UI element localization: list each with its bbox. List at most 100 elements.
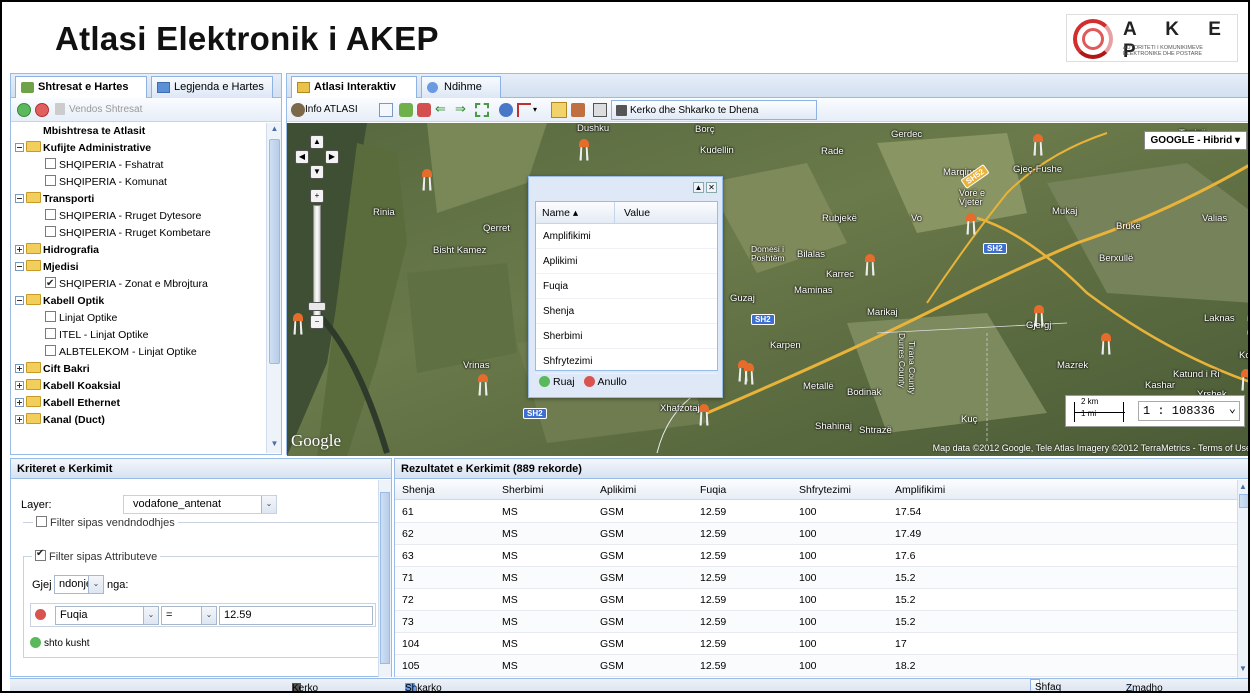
collapse-icon[interactable]	[15, 143, 24, 152]
zoom-track[interactable]	[313, 205, 321, 317]
tree-leaf[interactable]: SHQIPERIA - Rruget Kombetare	[13, 225, 267, 242]
expand-icon[interactable]	[15, 398, 24, 407]
popup-titlebar[interactable]: ▲ ✕	[529, 177, 722, 199]
zoom-knob[interactable]	[308, 302, 326, 311]
layer-checkbox[interactable]	[45, 311, 56, 322]
collapse-icon[interactable]	[15, 296, 24, 305]
collapse-icon[interactable]	[15, 194, 24, 203]
scroll-up-icon[interactable]: ▲	[269, 124, 280, 136]
field-select[interactable]: Fuqia ⌄	[55, 606, 159, 625]
save-button[interactable]: Ruaj	[539, 376, 575, 388]
match-select[interactable]: ndonje ⌄	[54, 575, 104, 594]
layer-checkbox-checked[interactable]	[45, 275, 56, 292]
select-icon[interactable]	[551, 102, 567, 118]
location-filter-legend[interactable]: Filter sipas vendndodhjes	[33, 516, 178, 529]
scroll-down-icon[interactable]: ▼	[269, 439, 280, 451]
tree-node-cift[interactable]: Cift Bakri	[13, 361, 267, 378]
column-header[interactable]: Fuqia	[700, 484, 726, 496]
add-layer-icon[interactable]	[17, 103, 31, 117]
add-condition-button[interactable]: shto kusht	[30, 637, 90, 649]
table-row[interactable]: 62 MS GSM 12.59 100 17.49	[395, 523, 1238, 545]
attribute-row[interactable]: Fuqia	[536, 274, 717, 299]
column-header[interactable]: Amplifikimi	[895, 484, 945, 496]
antenna-tower-icon[interactable]	[964, 213, 978, 235]
full-extent-icon[interactable]	[475, 103, 489, 117]
map-credit[interactable]: Map data ©2012 Google, Tele Atlas Imager…	[933, 443, 1248, 453]
map-canvas[interactable]: ▲ ◀ ▶ ▼ + − Rinia Qerret Bisht Kamez Vri…	[287, 123, 1248, 456]
tab-layers[interactable]: Shtresat e Hartes	[15, 76, 147, 99]
scroll-down-icon[interactable]: ▼	[1239, 664, 1247, 673]
table-row[interactable]: 72 MS GSM 12.59 100 15.2	[395, 589, 1238, 611]
table-row[interactable]: 104 MS GSM 12.59 100 17	[395, 633, 1238, 655]
tree-node-koaksial[interactable]: Kabell Koaksial	[13, 378, 267, 395]
antenna-tower-icon[interactable]	[577, 139, 591, 161]
antenna-tower-icon[interactable]	[1239, 369, 1248, 391]
show-on-map-button[interactable]: Shfaq ne Harte	[1030, 679, 1061, 691]
measure-dropdown-icon[interactable]: ▾	[533, 105, 547, 119]
column-header[interactable]: Shenja	[402, 484, 435, 496]
tree-node-kanal[interactable]: Kanal (Duct)	[13, 412, 267, 429]
attribute-row[interactable]: Sherbimi	[536, 324, 717, 349]
zoom-slider[interactable]: + −	[308, 189, 326, 329]
attribute-filter-legend[interactable]: Filter sipas Attributeve	[32, 548, 161, 563]
layer-checkbox[interactable]	[45, 345, 56, 356]
attribute-row[interactable]: Shfrytezimi	[536, 349, 717, 374]
zoom-out-icon[interactable]	[417, 103, 431, 117]
zoom-in-icon[interactable]	[399, 103, 413, 117]
tree-node-kabell-optik[interactable]: Kabell Optik	[13, 293, 267, 310]
zoom-minus-icon[interactable]: −	[310, 315, 324, 329]
print-icon[interactable]	[593, 103, 607, 117]
criteria-scrollbar[interactable]	[378, 480, 391, 677]
column-header[interactable]: Sherbimi	[502, 484, 543, 496]
attribute-row[interactable]: Shenja	[536, 299, 717, 324]
forward-icon[interactable]: ⇒	[455, 101, 469, 116]
add-layers-button[interactable]: Vendos Shtresat	[69, 104, 142, 115]
tree-leaf[interactable]: SHQIPERIA - Zonat e Mbrojtura	[13, 275, 267, 293]
antenna-tower-icon[interactable]	[742, 363, 756, 385]
antenna-tower-icon[interactable]	[1031, 134, 1045, 156]
expand-icon[interactable]	[15, 381, 24, 390]
attribute-filter-checkbox[interactable]	[35, 548, 46, 561]
tree-node-ethernet[interactable]: Kabell Ethernet	[13, 395, 267, 412]
identify-icon[interactable]	[499, 103, 513, 117]
operator-select[interactable]: = ⌄	[161, 606, 217, 625]
tree-node-transport[interactable]: Transporti	[13, 191, 267, 208]
scroll-thumb[interactable]	[1239, 494, 1248, 508]
col-name-header[interactable]: Name ▴	[542, 207, 578, 219]
layer-checkbox[interactable]	[45, 158, 56, 169]
tree-leaf[interactable]: SHQIPERIA - Fshatrat	[13, 157, 267, 174]
chevron-down-icon[interactable]: ⌄	[261, 496, 276, 513]
search-download-button[interactable]: Kerko dhe Shkarko te Dhena	[611, 100, 817, 120]
pan-left-icon[interactable]: ◀	[295, 150, 309, 164]
zoom-extent-icon[interactable]	[379, 103, 393, 117]
scroll-up-icon[interactable]: ▲	[1239, 482, 1247, 491]
pan-down-icon[interactable]: ▼	[310, 165, 324, 179]
scroll-thumb[interactable]	[269, 139, 280, 364]
chevron-down-icon[interactable]: ⌄	[88, 576, 103, 593]
layer-select[interactable]: vodafone_antenat ⌄	[123, 495, 277, 514]
tab-atlas[interactable]: Atlasi Interaktiv	[291, 76, 417, 99]
layer-checkbox[interactable]	[45, 328, 56, 339]
antenna-tower-icon[interactable]	[1032, 305, 1046, 327]
tab-legend[interactable]: Legjenda e Hartes	[151, 76, 273, 98]
expand-icon[interactable]	[15, 415, 24, 424]
attribute-row[interactable]: Amplifikimi	[536, 224, 717, 249]
zoom-plus-icon[interactable]: +	[310, 189, 324, 203]
expand-icon[interactable]	[15, 245, 24, 254]
chevron-down-icon[interactable]: ⌄	[201, 607, 216, 624]
attribute-row[interactable]: Aplikimi	[536, 249, 717, 274]
antenna-tower-icon[interactable]	[291, 313, 305, 335]
column-header[interactable]: Aplikimi	[600, 484, 636, 496]
tree-leaf[interactable]: Linjat Optike	[13, 310, 267, 327]
tree-leaf[interactable]: ALBTELEKOM - Linjat Optike	[13, 344, 267, 361]
cancel-button[interactable]: Anullo	[583, 376, 627, 388]
chevron-down-icon[interactable]: ⌄	[143, 607, 158, 624]
location-filter-checkbox[interactable]	[36, 516, 47, 527]
collapse-up-icon[interactable]: ▲	[693, 182, 704, 193]
table-row[interactable]: 63 MS GSM 12.59 100 17.6	[395, 545, 1238, 567]
tree-node-hidro[interactable]: Hidrografia	[13, 242, 267, 259]
remove-layer-icon[interactable]	[35, 103, 49, 117]
tree-leaf[interactable]: ITEL - Linjat Optike	[13, 327, 267, 344]
table-row[interactable]: 71 MS GSM 12.59 100 15.2	[395, 567, 1238, 589]
tree-scrollbar[interactable]: ▲ ▼	[266, 123, 281, 453]
